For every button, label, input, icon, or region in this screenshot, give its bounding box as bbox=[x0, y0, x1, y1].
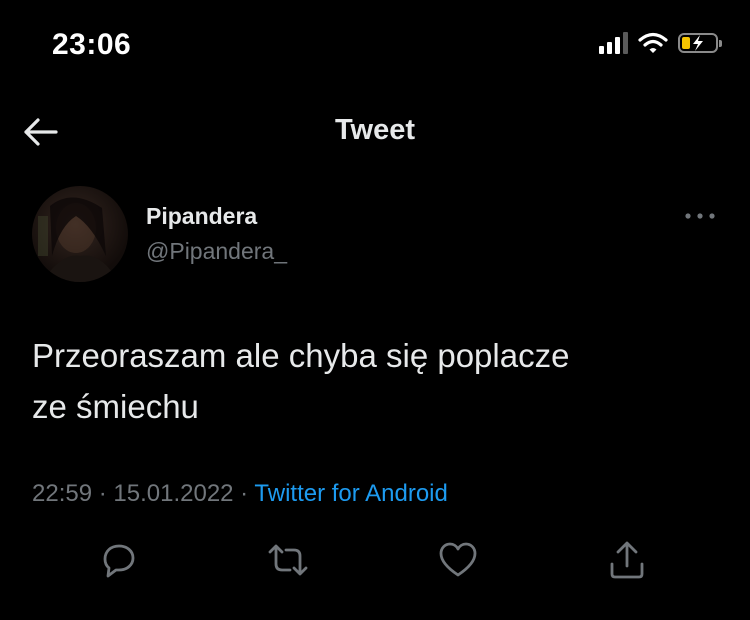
status-time: 23:06 bbox=[52, 28, 132, 61]
tweet-text-line: ze śmiechu bbox=[32, 388, 199, 425]
more-options-icon[interactable] bbox=[682, 204, 718, 228]
meta-separator: · bbox=[233, 480, 255, 507]
tweet-text: Przeoraszam ale chyba się poplacze ze śm… bbox=[32, 330, 712, 432]
reply-icon[interactable] bbox=[97, 538, 141, 582]
cellular-signal-icon bbox=[599, 32, 628, 54]
heart-icon[interactable] bbox=[436, 538, 480, 582]
tweet-time: 22:59 bbox=[32, 480, 93, 507]
avatar[interactable] bbox=[32, 186, 128, 282]
tweet-actions bbox=[0, 538, 750, 588]
top-bar: Tweet bbox=[0, 100, 750, 166]
share-icon[interactable] bbox=[605, 538, 649, 582]
tweet-meta: 22:59 · 15.01.2022 · Twitter for Android bbox=[32, 480, 448, 508]
author-handle[interactable]: @Pipandera_ bbox=[146, 238, 287, 265]
page-title: Tweet bbox=[334, 114, 416, 146]
author-name[interactable]: Pipandera bbox=[146, 203, 257, 230]
wifi-icon bbox=[638, 32, 668, 53]
retweet-icon[interactable] bbox=[266, 538, 310, 582]
status-bar: 23:06 bbox=[0, 0, 750, 90]
battery-charging-icon bbox=[678, 33, 722, 53]
status-icons bbox=[599, 32, 722, 54]
tweet-date: 15.01.2022 bbox=[113, 480, 234, 507]
tweet-source-link[interactable]: Twitter for Android bbox=[254, 480, 447, 507]
meta-separator: · bbox=[92, 480, 114, 507]
tweet-text-line: Przeoraszam ale chyba się poplacze bbox=[32, 337, 570, 374]
